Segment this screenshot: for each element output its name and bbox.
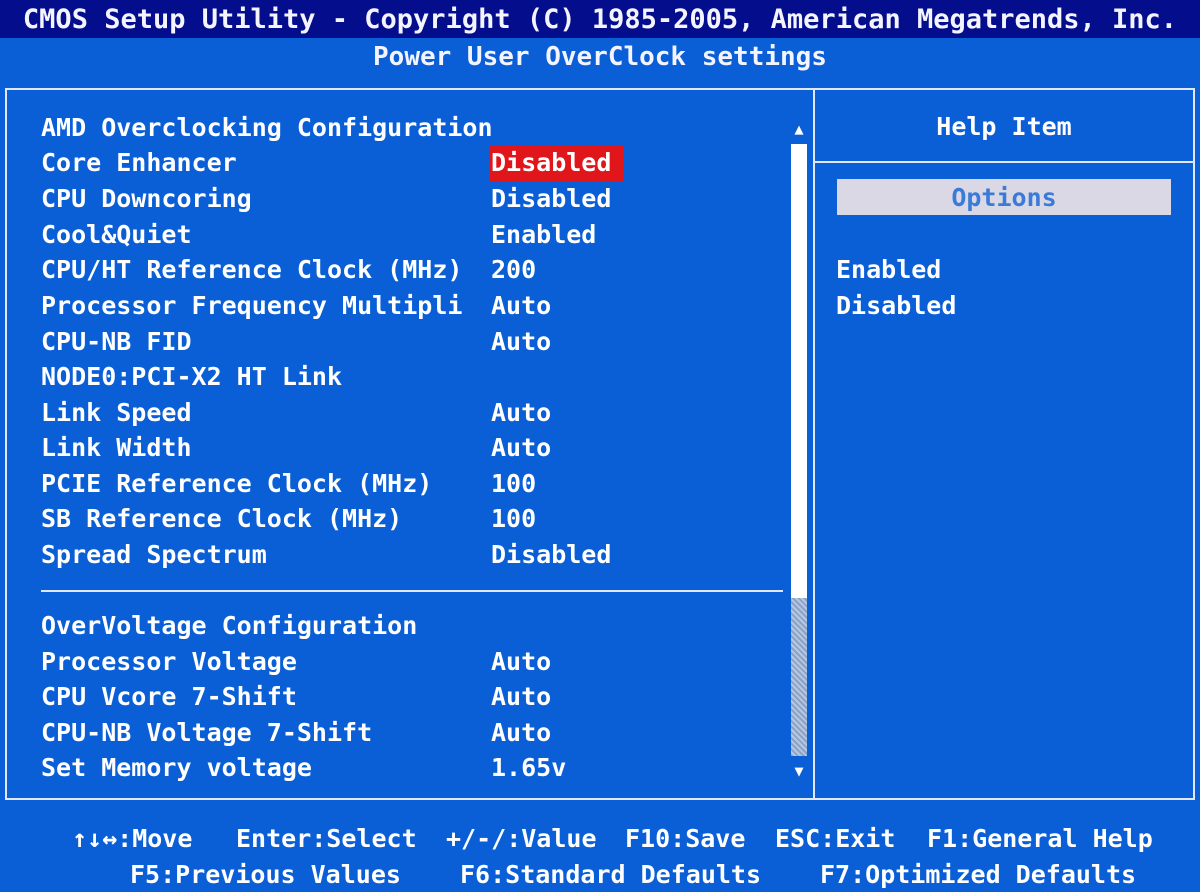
setting-value[interactable]: 200 bbox=[491, 252, 536, 288]
setting-label: CPU-NB Voltage 7-Shift bbox=[41, 718, 373, 747]
settings-panel: AMD Overclocking Configuration Core Enha… bbox=[7, 90, 813, 798]
setting-label: Processor Frequency Multipli bbox=[41, 291, 463, 320]
setting-row-cpu-ht-reference-clock[interactable]: CPU/HT Reference Clock (MHz) 200 bbox=[41, 252, 781, 288]
setting-value[interactable]: 1.65v bbox=[491, 750, 566, 786]
setting-row-link-width[interactable]: Link Width Auto bbox=[41, 430, 781, 466]
setting-label: Cool&Quiet bbox=[41, 220, 192, 249]
setting-row-cpu-vcore-shift[interactable]: CPU Vcore 7-Shift Auto bbox=[41, 679, 781, 715]
app-title: CMOS Setup Utility - Copyright (C) 1985-… bbox=[22, 3, 1178, 35]
setting-value[interactable]: Auto bbox=[491, 644, 551, 680]
footer-key-select: Enter:Select bbox=[236, 824, 417, 853]
setting-row-pcie-reference-clock[interactable]: PCIE Reference Clock (MHz) 100 bbox=[41, 466, 781, 502]
setting-value[interactable]: Disabled bbox=[491, 537, 611, 573]
setting-value[interactable]: Disabled bbox=[491, 181, 611, 217]
setting-row-cool-quiet[interactable]: Cool&Quiet Enabled bbox=[41, 217, 781, 253]
footer-key-exit: ESC:Exit bbox=[775, 824, 896, 853]
help-title-label: Help Item bbox=[936, 111, 1072, 141]
setting-row-sb-reference-clock[interactable]: SB Reference Clock (MHz) 100 bbox=[41, 501, 781, 537]
setting-label: Link Width bbox=[41, 433, 192, 462]
footer-key-optimized-defaults: F7:Optimized Defaults bbox=[820, 860, 1137, 889]
scroll-thumb[interactable] bbox=[791, 144, 807, 598]
option-item-enabled: Enabled bbox=[836, 255, 942, 284]
setting-value[interactable]: 100 bbox=[491, 501, 536, 537]
setting-row-link-speed[interactable]: Link Speed Auto bbox=[41, 395, 781, 431]
help-title: Help Item bbox=[815, 90, 1193, 162]
title-bar: CMOS Setup Utility - Copyright (C) 1985-… bbox=[0, 0, 1200, 38]
setting-label: NODE0:PCI-X2 HT Link bbox=[41, 362, 343, 391]
footer-keys-line-1: ↑↓↔:Move Enter:Select +/-/:Value F10:Sav… bbox=[0, 822, 1200, 856]
setting-label: CPU-NB FID bbox=[41, 327, 192, 356]
section-title: AMD Overclocking Configuration bbox=[41, 113, 493, 142]
setting-value[interactable]: 100 bbox=[491, 466, 536, 502]
option-item-disabled: Disabled bbox=[836, 291, 957, 320]
setting-label: Core Enhancer bbox=[41, 148, 237, 177]
scroll-up-icon[interactable]: ▲ bbox=[791, 118, 807, 140]
setting-label: SB Reference Clock (MHz) bbox=[41, 504, 403, 533]
setting-label: Processor Voltage bbox=[41, 647, 297, 676]
section-heading-overvoltage: OverVoltage Configuration bbox=[41, 608, 781, 644]
setting-row-memory-voltage[interactable]: Set Memory voltage 1.65v bbox=[41, 750, 781, 786]
setting-label: Link Speed bbox=[41, 398, 192, 427]
section-heading-amd-overclocking: AMD Overclocking Configuration bbox=[41, 110, 781, 146]
scroll-down-icon[interactable]: ▼ bbox=[791, 760, 807, 782]
footer-keys-line-2: F5:Previous Values F6:Standard Defaults … bbox=[0, 858, 1200, 892]
footer-key-value: +/-/:Value bbox=[446, 824, 597, 853]
options-header: Options bbox=[837, 179, 1171, 215]
setting-value[interactable]: Enabled bbox=[491, 217, 596, 253]
setting-label: Set Memory voltage bbox=[41, 753, 312, 782]
setting-row-processor-frequency-multiplier[interactable]: Processor Frequency Multipli Auto bbox=[41, 288, 781, 324]
footer-key-standard-defaults: F6:Standard Defaults bbox=[460, 860, 762, 889]
setting-label: CPU Vcore 7-Shift bbox=[41, 682, 297, 711]
setting-label: CPU/HT Reference Clock (MHz) bbox=[41, 255, 463, 284]
setting-value[interactable]: Auto bbox=[491, 430, 551, 466]
setting-value-selected[interactable]: Disabled bbox=[489, 145, 624, 181]
setting-label: CPU Downcoring bbox=[41, 184, 252, 213]
setting-value[interactable]: Auto bbox=[491, 324, 551, 360]
section-title: OverVoltage Configuration bbox=[41, 611, 418, 640]
frame-divider bbox=[813, 88, 815, 800]
footer-key-previous-values: F5:Previous Values bbox=[130, 860, 401, 889]
setting-value[interactable]: Auto bbox=[491, 395, 551, 431]
page-title: Power User OverClock settings bbox=[373, 42, 827, 72]
setting-row-cpu-nb-voltage-shift[interactable]: CPU-NB Voltage 7-Shift Auto bbox=[41, 715, 781, 751]
setting-label: Spread Spectrum bbox=[41, 540, 267, 569]
options-label: Options bbox=[951, 182, 1057, 212]
setting-value[interactable]: Auto bbox=[491, 679, 551, 715]
footer-key-save: F10:Save bbox=[625, 824, 746, 853]
footer-key-help: F1:General Help bbox=[927, 824, 1153, 853]
help-divider bbox=[815, 161, 1193, 163]
footer-key-move: ↑↓↔:Move bbox=[72, 824, 193, 853]
setting-row-spread-spectrum[interactable]: Spread Spectrum Disabled bbox=[41, 537, 781, 573]
setting-row-cpu-downcoring[interactable]: CPU Downcoring Disabled bbox=[41, 181, 781, 217]
setting-row-core-enhancer[interactable]: Core Enhancer Disabled bbox=[41, 145, 781, 181]
setting-row-cpu-nb-fid[interactable]: CPU-NB FID Auto bbox=[41, 324, 781, 360]
setting-row-node0-ht-link: NODE0:PCI-X2 HT Link bbox=[41, 359, 781, 395]
setting-value[interactable]: Auto bbox=[491, 715, 551, 751]
setting-label: PCIE Reference Clock (MHz) bbox=[41, 469, 433, 498]
page-subtitle: Power User OverClock settings bbox=[0, 38, 1200, 76]
section-divider bbox=[41, 590, 783, 592]
setting-row-processor-voltage[interactable]: Processor Voltage Auto bbox=[41, 644, 781, 680]
settings-scrollbar[interactable]: ▲ ▼ bbox=[791, 118, 807, 782]
setting-value[interactable]: Auto bbox=[491, 288, 551, 324]
